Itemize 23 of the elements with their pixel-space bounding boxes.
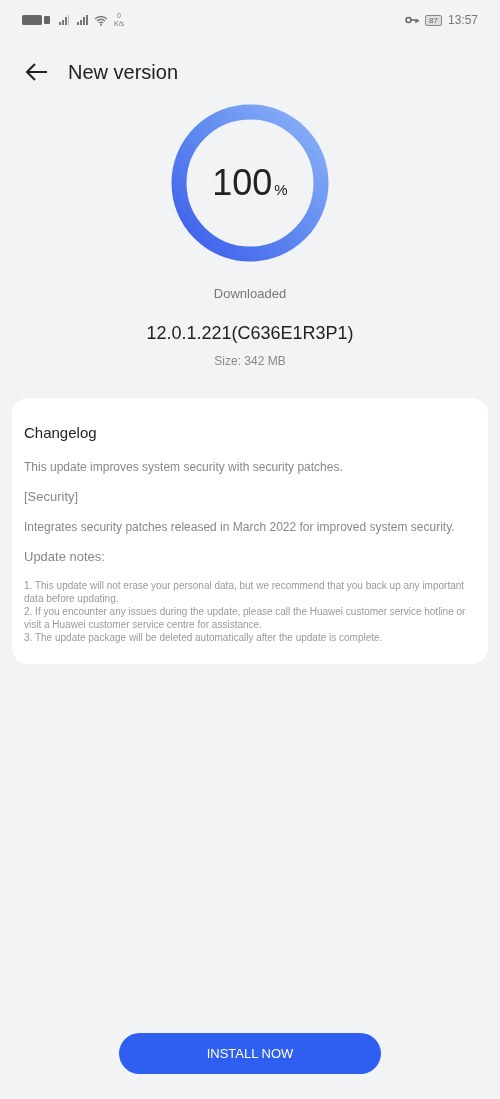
changelog-summary: This update improves system security with security patches. bbox=[24, 459, 344, 475]
page-title: New version bbox=[68, 60, 179, 84]
percent-value: 100 bbox=[212, 162, 273, 204]
clock: 13:57 bbox=[447, 13, 478, 27]
changelog-title: Changelog bbox=[24, 424, 98, 441]
signal-icon bbox=[76, 15, 88, 25]
notes-title: Update notes: bbox=[24, 549, 106, 565]
back-icon[interactable] bbox=[26, 63, 48, 81]
section-heading: [Security] bbox=[24, 489, 80, 505]
key-icon bbox=[405, 16, 420, 24]
percent-sign: % bbox=[274, 180, 288, 198]
install-button[interactable]: INSTALL NOW bbox=[119, 1033, 381, 1074]
download-status: Downloaded bbox=[212, 286, 288, 301]
update-note: 2. If you encounter any issues during the update, please call the Huawei customer service hotline or visit a Huawei customer service centre for assistance. bbox=[24, 605, 467, 631]
version-number: 12.0.1.221(C636E1R3P1) bbox=[145, 323, 355, 344]
battery-indicator: 87 bbox=[425, 14, 442, 26]
signal-icon bbox=[58, 15, 70, 25]
wifi-icon bbox=[94, 14, 108, 26]
package-size: Size: 342 MB bbox=[213, 354, 287, 368]
section-text: Integrates security patches released in March 2022 for improved system security. bbox=[24, 519, 456, 535]
update-note: 1. This update will not erase your personal data, but we recommend that you back up any important data before updating. bbox=[24, 579, 466, 605]
update-note: 3. The update package will be deleted automatically after the update is complete. bbox=[24, 631, 384, 644]
vowifi-icon bbox=[22, 15, 52, 25]
